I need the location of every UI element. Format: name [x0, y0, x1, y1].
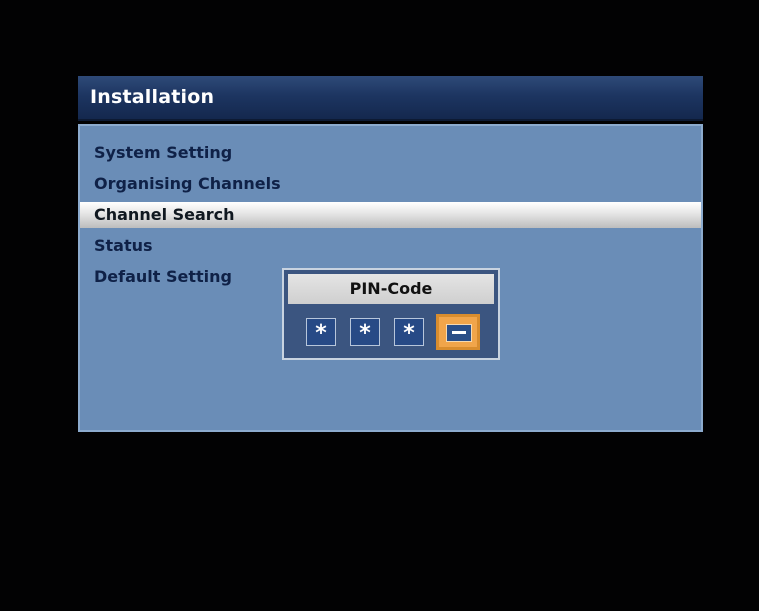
menu-item-organising-channels[interactable]: Organising Channels	[94, 171, 281, 197]
pin-digit-2[interactable]: *	[350, 318, 380, 346]
pin-digit-4-active[interactable]	[436, 314, 480, 350]
menu-item-default-setting[interactable]: Default Setting	[94, 264, 232, 290]
pin-digit-4-box	[446, 324, 472, 342]
menu-header: Installation	[78, 76, 703, 121]
pin-digit-4-placeholder	[452, 331, 466, 334]
pin-dialog-title: PIN-Code	[288, 274, 494, 304]
pin-digit-3[interactable]: *	[394, 318, 424, 346]
pin-digit-1[interactable]: *	[306, 318, 336, 346]
menu-item-system-setting[interactable]: System Setting	[94, 140, 232, 166]
page-title: Installation	[90, 86, 215, 108]
menu-item-status[interactable]: Status	[94, 233, 153, 259]
pin-code-dialog: PIN-Code * * *	[282, 268, 500, 360]
tv-screen: Installation System Setting Organising C…	[0, 0, 759, 611]
menu-item-channel-search[interactable]: Channel Search	[80, 202, 701, 228]
